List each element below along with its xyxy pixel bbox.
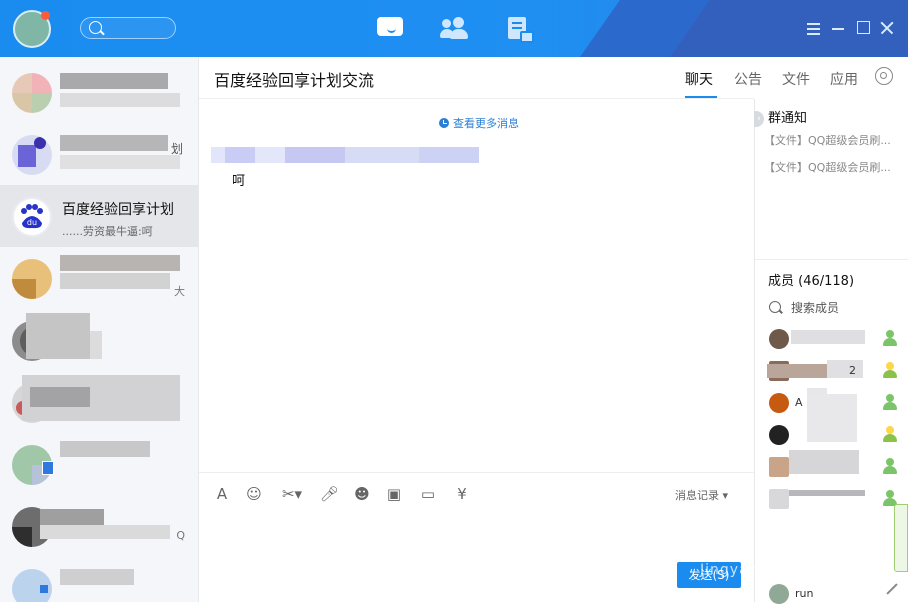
avatar: [769, 457, 789, 477]
row-tail-text: 大: [174, 285, 185, 298]
title-bar-decoration: [670, 0, 908, 57]
group-info-panel: › 群通知 【文件】QQ超级会员刷... 【文件】QQ超级会员刷... 成员 (…: [754, 99, 908, 604]
conversation-item[interactable]: [0, 371, 198, 433]
avatar: [769, 584, 789, 604]
sticker-icon[interactable]: ☻: [353, 485, 371, 503]
group-notice-item[interactable]: 【文件】QQ超级会员刷...: [764, 132, 891, 148]
red-packet-icon[interactable]: ¥: [453, 485, 471, 503]
image-icon[interactable]: ▣: [385, 485, 403, 503]
member-name: A: [795, 396, 803, 409]
voice-icon[interactable]: 🎤︎: [320, 485, 339, 503]
avatar: [769, 425, 789, 445]
sender-name-blurred: [285, 147, 345, 163]
user-avatar[interactable]: [13, 10, 51, 48]
contacts-icon[interactable]: [440, 17, 468, 41]
tab-files[interactable]: 文件: [782, 69, 810, 89]
svg-text:du: du: [27, 218, 37, 227]
member-role-icon: [883, 458, 897, 474]
chat-title: 百度经验回享计划交流: [214, 71, 375, 90]
member-item[interactable]: [767, 394, 897, 446]
tab-apps[interactable]: 应用: [830, 69, 858, 89]
maximize-icon[interactable]: [856, 20, 872, 36]
member-item[interactable]: [767, 488, 897, 510]
minimize-icon[interactable]: [831, 20, 847, 36]
folder-icon[interactable]: ▭: [419, 485, 437, 503]
more-messages-label: 查看更多消息: [453, 117, 519, 130]
member-item[interactable]: [767, 450, 897, 478]
members-title: 成员 (46/118): [768, 274, 855, 289]
menu-icon[interactable]: [806, 20, 822, 36]
screenshot-icon[interactable]: ✂▾: [279, 485, 305, 503]
sender-name-blurred: [255, 147, 285, 163]
conversation-item[interactable]: [0, 309, 198, 371]
search-icon: [769, 301, 781, 313]
title-bar: [0, 0, 908, 57]
sender-name-blurred: [225, 147, 255, 163]
conversation-item[interactable]: 大: [0, 247, 198, 309]
avatar: [12, 135, 52, 175]
conversation-list[interactable]: 划 du 百度经验回享计划 ......劳资最牛逼:呵 大 Q: [0, 57, 199, 602]
collapse-arrow-icon[interactable]: ›: [754, 111, 764, 127]
device-icon: [42, 461, 54, 475]
more-messages-link[interactable]: 查看更多消息: [439, 115, 519, 131]
member-search[interactable]: 搜索成员: [769, 299, 839, 316]
baidu-paw-icon: du: [12, 197, 52, 237]
conversation-name: 百度经验回享计划: [62, 202, 174, 218]
row-tail-text: 划: [170, 142, 183, 156]
avatar: [769, 329, 789, 349]
message-text: 呵: [232, 174, 246, 189]
close-icon[interactable]: [880, 20, 896, 36]
notification-dot: [41, 11, 50, 20]
conversation-item-selected[interactable]: du 百度经验回享计划 ......劳资最牛逼:呵: [0, 185, 198, 247]
search-icon: [89, 21, 102, 34]
tab-announcement[interactable]: 公告: [734, 69, 762, 89]
device-icon: [40, 585, 48, 593]
conversation-item[interactable]: [0, 557, 198, 602]
admin-role-icon: [883, 362, 897, 378]
group-notice-title: 群通知: [768, 111, 808, 126]
font-icon[interactable]: A: [213, 485, 231, 503]
divider: [199, 472, 754, 473]
chat-icon[interactable]: [377, 17, 405, 41]
member-item[interactable]: [767, 328, 897, 350]
group-notice-item[interactable]: 【文件】QQ超级会员刷...: [764, 159, 891, 175]
settings-gear-icon[interactable]: [875, 67, 893, 85]
member-name: run: [795, 587, 814, 600]
avatar: [12, 259, 52, 299]
avatar: [769, 393, 789, 413]
message-history-button[interactable]: 消息记录 ▾: [675, 487, 728, 503]
member-name: 2: [849, 364, 856, 377]
member-role-icon: [883, 330, 897, 346]
member-search-placeholder: 搜索成员: [791, 301, 840, 315]
row-tail-text: Q: [176, 529, 185, 542]
sender-name-blurred: [211, 147, 225, 163]
admin-role-icon: [883, 426, 897, 442]
conversation-preview: ......劳资最牛逼:呵: [62, 225, 153, 238]
divider: [199, 98, 754, 99]
member-role-icon: [883, 394, 897, 410]
avatar: [769, 489, 789, 509]
sender-name-blurred: [345, 147, 419, 163]
emoji-icon[interactable]: ☺: [245, 485, 263, 503]
history-label: 消息记录: [675, 489, 719, 502]
member-item[interactable]: 2: [767, 360, 897, 382]
conversation-item[interactable]: 划: [0, 123, 198, 185]
sender-name-blurred: [419, 147, 479, 163]
conversation-item[interactable]: [0, 61, 198, 123]
floating-widget[interactable]: [894, 504, 908, 572]
space-icon[interactable]: [506, 17, 534, 43]
divider: [755, 259, 908, 260]
tab-chat[interactable]: 聊天: [685, 69, 713, 89]
avatar: [12, 73, 52, 113]
clock-icon: [439, 118, 449, 128]
watermark: Jingyan.baidu.com: [700, 562, 847, 578]
search-input[interactable]: [80, 17, 176, 39]
conversation-item[interactable]: [0, 433, 198, 495]
conversation-item[interactable]: Q: [0, 495, 198, 557]
chat-panel: 百度经验回享计划交流 聊天 公告 文件 应用 查看更多消息 呵 A ☺ ✂▾ 🎤…: [199, 57, 893, 602]
